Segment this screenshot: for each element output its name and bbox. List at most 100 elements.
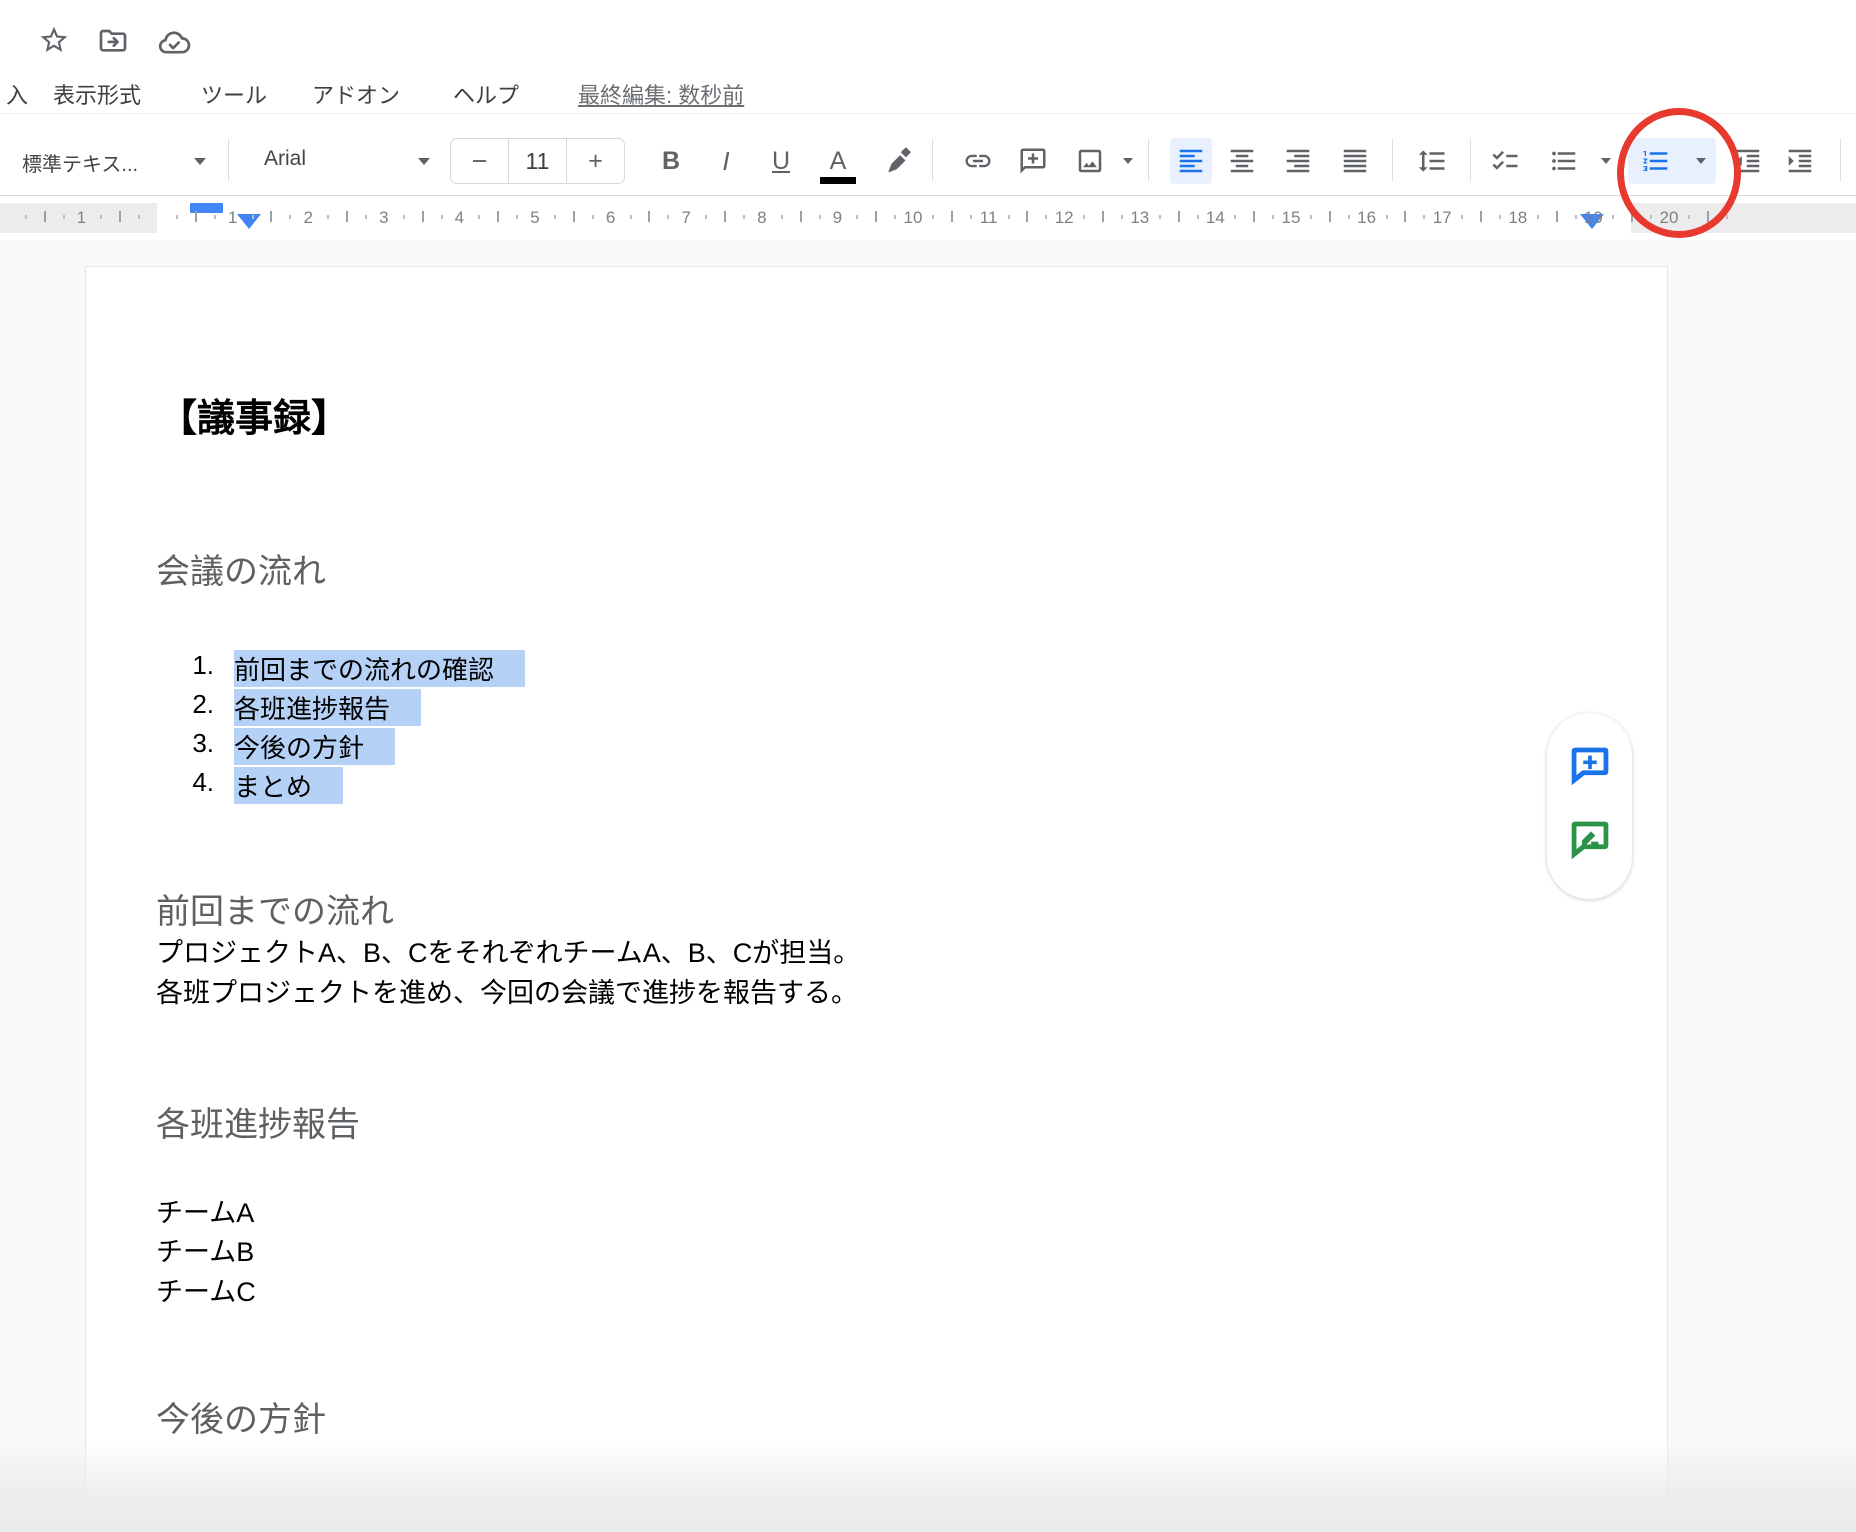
ruler-tick (346, 211, 348, 222)
list-number: 4. (168, 767, 234, 798)
team-line: チームC (156, 1272, 256, 1312)
ruler-tick (1159, 215, 1161, 219)
text-color-button[interactable]: A (830, 147, 847, 175)
add-comment-icon[interactable] (1018, 146, 1048, 176)
ruler-tick (25, 215, 27, 219)
ruler-tick (1102, 211, 1104, 222)
selected-text[interactable]: 今後の方針 (234, 728, 395, 765)
star-icon[interactable] (38, 24, 70, 56)
insert-image-icon[interactable] (1075, 146, 1105, 176)
checklist-icon[interactable] (1490, 146, 1520, 176)
chevron-down-icon[interactable] (1123, 158, 1133, 164)
align-justify-icon[interactable] (1340, 146, 1370, 176)
menu-help[interactable]: ヘルプ (453, 78, 519, 110)
font-size-value[interactable]: 11 (508, 139, 567, 183)
ruler-number: 13 (1130, 208, 1149, 228)
ruler-tick (478, 215, 480, 219)
align-center-icon[interactable] (1227, 146, 1257, 176)
ruler-tick (1688, 215, 1690, 219)
ruler-tick (1197, 215, 1199, 219)
ruler-tick (1386, 215, 1388, 219)
folder-move-icon[interactable] (97, 25, 129, 57)
ruler-tick (1612, 215, 1614, 219)
increase-indent-icon[interactable] (1785, 146, 1815, 176)
body-line: プロジェクトA、B、CをそれぞれチームA、B、Cが担当。 (156, 933, 860, 973)
ruler-tick (1310, 215, 1312, 219)
ruler-number: 10 (904, 208, 923, 228)
ruler-tick (403, 215, 405, 219)
ruler-tick (1707, 211, 1709, 222)
text-color-swatch (820, 177, 856, 184)
prev-heading: 前回までの流れ (156, 884, 394, 933)
ruler-tick (705, 215, 707, 219)
ruler-number: 18 (1508, 208, 1527, 228)
bulleted-list-icon[interactable] (1549, 146, 1579, 176)
underline-button[interactable]: U (772, 147, 790, 175)
side-action-pill (1547, 713, 1632, 899)
ruler-number: 7 (681, 208, 690, 228)
ruler-number: 3 (379, 208, 388, 228)
ruler-number: 4 (455, 208, 464, 228)
highlighter-icon[interactable] (884, 146, 914, 176)
selected-text[interactable]: まとめ (234, 767, 343, 804)
ruler-number: 14 (1206, 208, 1225, 228)
ruler-tick (289, 215, 291, 219)
policy-heading: 今後の方針 (156, 1392, 326, 1441)
document-page[interactable]: 【議事録】 会議の流れ 1. 前回までの流れの確認 2. 各班進捗報告 3. 今… (85, 266, 1668, 1532)
decrease-indent-icon[interactable] (1733, 146, 1763, 176)
ruler-tick (252, 215, 254, 219)
left-indent-marker[interactable] (237, 214, 261, 229)
ruler-tick (214, 215, 216, 219)
list-number: 2. (168, 689, 234, 720)
document-canvas: 【議事録】 会議の流れ 1. 前回までの流れの確認 2. 各班進捗報告 3. 今… (0, 240, 1856, 1532)
bold-button[interactable]: B (662, 147, 680, 175)
ruler-tick (497, 211, 499, 222)
ruler-tick (176, 215, 178, 219)
ruler-tick (951, 211, 953, 222)
ruler-tick (554, 215, 556, 219)
font-size-increase-button[interactable]: + (567, 139, 624, 183)
align-right-icon[interactable] (1283, 146, 1313, 176)
selected-text[interactable]: 前回までの流れの確認 (234, 650, 525, 687)
suggest-edits-icon[interactable] (1568, 818, 1612, 862)
agenda-heading: 会議の流れ (156, 544, 326, 593)
ruler-tick (44, 211, 46, 222)
ruler-tick (63, 215, 65, 219)
team-line: チームB (156, 1232, 254, 1272)
ruler-tick (1083, 215, 1085, 219)
insert-link-icon[interactable] (963, 146, 993, 176)
selected-text[interactable]: 各班進捗報告 (234, 689, 421, 726)
ruler-number: 9 (833, 208, 842, 228)
ruler-tick (1537, 215, 1539, 219)
ruler-tick (270, 211, 272, 222)
italic-button[interactable]: I (722, 147, 729, 175)
chevron-down-icon[interactable] (1601, 158, 1611, 164)
menu-format[interactable]: 表示形式 (53, 78, 141, 110)
font-size-decrease-button[interactable]: − (451, 139, 508, 183)
ruler-tick (819, 215, 821, 219)
agenda-list: 1. 前回までの流れの確認 2. 各班進捗報告 3. 今後の方針 4. まとめ (168, 650, 525, 806)
ruler-tick (894, 215, 896, 219)
menu-insert-partial[interactable]: 入 (6, 78, 28, 110)
ruler-number: 12 (1055, 208, 1074, 228)
add-comment-icon[interactable] (1568, 744, 1612, 788)
line-spacing-icon[interactable] (1417, 146, 1447, 176)
chevron-down-icon[interactable] (1696, 158, 1706, 164)
paragraph-style-value: 標準テキス... (22, 148, 138, 177)
body-line: 各班プロジェクトを進め、今回の会議で進捗を報告する。 (156, 973, 858, 1013)
chevron-down-icon (194, 158, 206, 165)
ruler[interactable]: 12345678910111213141516171819201 (0, 198, 1856, 240)
ruler-tick (1045, 215, 1047, 219)
ruler-tick (1650, 215, 1652, 219)
last-edit-link[interactable]: 最終編集: 数秒前 (578, 78, 744, 110)
ruler-number: 1 (228, 208, 237, 228)
ruler-number: 8 (757, 208, 766, 228)
ruler-tick (1272, 215, 1274, 219)
menu-addons[interactable]: アドオン (312, 78, 400, 110)
menu-tools[interactable]: ツール (201, 78, 267, 110)
ruler-tick (1404, 211, 1406, 222)
ruler-tick (800, 211, 802, 222)
ruler-tick (1026, 211, 1028, 222)
numbered-list-icon[interactable] (1641, 146, 1671, 176)
align-left-icon[interactable] (1176, 146, 1206, 176)
